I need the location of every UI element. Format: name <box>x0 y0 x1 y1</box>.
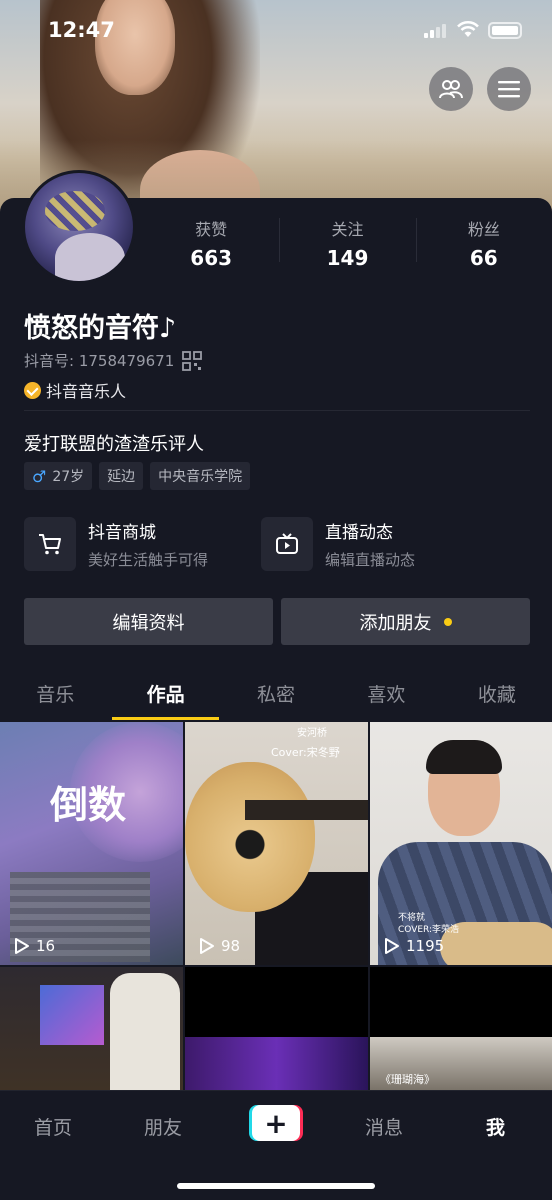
video-thumbnail[interactable]: 倒数 16 <box>0 722 183 965</box>
video-overlay-text: Cover:宋冬野 <box>271 746 340 759</box>
tab-works[interactable]: 作品 <box>110 668 220 720</box>
video-thumbnail[interactable]: 不将就 COVER:李荣浩 1195 <box>370 722 552 965</box>
nav-friends[interactable]: 朋友 <box>144 1113 182 1140</box>
notification-dot <box>443 617 452 626</box>
battery-icon <box>488 22 522 39</box>
cart-icon <box>39 534 61 555</box>
video-overlay-text: 《珊瑚海》 <box>380 1073 435 1086</box>
video-overlay-text: 安河桥 <box>297 728 327 739</box>
home-indicator <box>177 1183 375 1189</box>
tag-label: 延边 <box>107 469 136 485</box>
plus-icon: + <box>252 1105 300 1141</box>
video-overlay-text: 不将就 <box>398 913 426 923</box>
service-live[interactable]: 直播动态 编辑直播动态 <box>261 516 491 572</box>
stat-label: 关注 <box>331 220 364 239</box>
status-time: 12:47 <box>48 18 115 42</box>
douyin-id[interactable]: 抖音号: 1758479671 <box>24 350 203 371</box>
play-icon <box>200 938 214 954</box>
tag-label: 中央音乐学院 <box>158 469 243 485</box>
service-subtitle: 编辑直播动态 <box>325 551 416 569</box>
tv-icon <box>276 533 298 554</box>
play-count: 16 <box>14 937 55 955</box>
edit-profile-button[interactable]: 编辑资料 <box>24 598 273 645</box>
play-count: 98 <box>199 937 240 955</box>
stat-label: 获赞 <box>195 220 228 239</box>
tag-school: 中央音乐学院 <box>150 462 251 490</box>
menu-button[interactable] <box>487 67 531 111</box>
music-certification[interactable]: 抖音音乐人 <box>24 378 126 402</box>
service-title: 抖音商城 <box>88 523 156 543</box>
nav-messages[interactable]: 消息 <box>365 1113 403 1140</box>
tab-private[interactable]: 私密 <box>221 668 331 720</box>
add-friends-button[interactable]: 添加朋友 <box>281 598 530 645</box>
profile-stats: 获赞 663 关注 149 粉丝 66 <box>143 210 552 280</box>
stat-value: 663 <box>190 246 233 270</box>
add-friends-label: 添加朋友 <box>359 612 432 634</box>
nav-home[interactable]: 首页 <box>34 1113 72 1140</box>
video-title: 倒数 <box>50 782 127 827</box>
avatar[interactable] <box>22 170 136 284</box>
status-bar: 12:47 <box>0 0 552 60</box>
play-icon <box>15 938 29 954</box>
nav-me[interactable]: 我 <box>486 1113 505 1140</box>
friends-icon <box>439 80 463 99</box>
find-friends-button[interactable] <box>429 67 473 111</box>
profile-nickname: 愤怒的音符♪ <box>24 313 177 344</box>
service-subtitle: 美好生活触手可得 <box>88 551 209 569</box>
divider <box>24 410 530 411</box>
stat-followers[interactable]: 粉丝 66 <box>415 210 552 280</box>
video-thumbnail[interactable]: 《珊瑚海》 <box>370 967 552 1090</box>
service-shop[interactable]: 抖音商城 美好生活触手可得 <box>24 516 254 572</box>
video-overlay-text: COVER:李荣浩 <box>398 925 460 935</box>
tab-favorites[interactable]: 收藏 <box>442 668 552 720</box>
tag-location: 延边 <box>99 462 144 490</box>
tab-music[interactable]: 音乐 <box>0 668 110 720</box>
play-count: 1195 <box>384 937 444 955</box>
stat-following[interactable]: 关注 149 <box>279 210 415 280</box>
video-grid: 倒数 16 安河桥 Cover:宋冬野 98 不将就 COVER:李荣浩 119… <box>0 722 552 1090</box>
play-icon <box>385 938 399 954</box>
service-title: 直播动态 <box>325 523 393 543</box>
profile-bio: 爱打联盟的渣渣乐评人 <box>24 434 204 455</box>
stat-likes[interactable]: 获赞 663 <box>143 210 279 280</box>
menu-icon <box>498 81 520 98</box>
signal-icon <box>424 24 446 38</box>
stat-value: 66 <box>469 246 498 270</box>
verified-badge-icon <box>24 381 41 399</box>
tag-label: 27岁 <box>52 469 85 485</box>
video-thumbnail[interactable]: 安河桥 Cover:宋冬野 98 <box>185 722 368 965</box>
wifi-icon <box>457 21 479 37</box>
tag-age: ♂ 27岁 <box>24 462 93 490</box>
video-thumbnail[interactable] <box>185 967 368 1090</box>
video-thumbnail[interactable] <box>0 967 183 1090</box>
certification-label: 抖音音乐人 <box>46 382 127 401</box>
content-tabs: 音乐 作品 私密 喜欢 收藏 <box>0 668 552 720</box>
male-icon: ♂ <box>32 466 47 486</box>
stat-label: 粉丝 <box>467 220 500 239</box>
create-button[interactable]: + <box>249 1105 303 1141</box>
douyin-id-text: 抖音号: 1758479671 <box>24 352 175 370</box>
profile-tags: ♂ 27岁 延边 中央音乐学院 <box>24 462 251 490</box>
edit-profile-label: 编辑资料 <box>112 612 185 634</box>
stat-value: 149 <box>326 246 369 270</box>
tab-likes[interactable]: 喜欢 <box>331 668 441 720</box>
qr-code-icon[interactable] <box>182 350 203 371</box>
